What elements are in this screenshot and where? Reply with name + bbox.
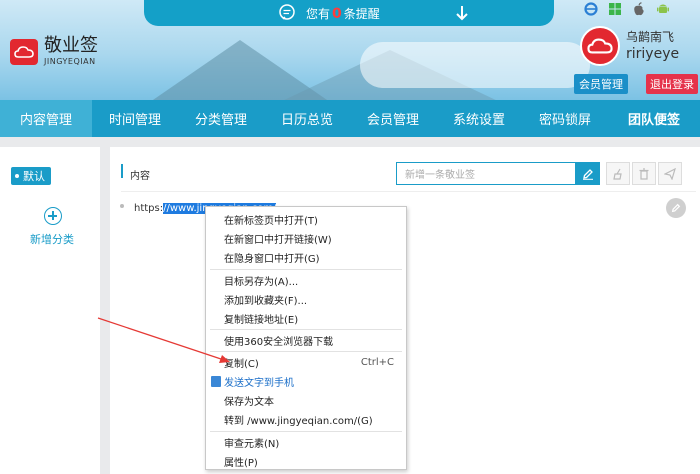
menu-separator (210, 431, 402, 432)
nav-item-lock[interactable]: 密码锁屏 (522, 100, 608, 137)
notification-suffix: 条提醒 (343, 7, 380, 21)
menu-item-open-new-tab[interactable]: 在新标签页中打开(T) (206, 210, 406, 228)
menu-item-save-as-text[interactable]: 保存为文本 (206, 391, 406, 409)
send-button[interactable] (658, 162, 682, 185)
menu-item-inspect[interactable]: 审查元素(N) (206, 433, 406, 451)
menu-separator (210, 351, 402, 352)
content-title: 内容 (130, 171, 150, 182)
cloud-logo-icon (10, 38, 38, 65)
edit-note-button[interactable] (666, 198, 686, 218)
list-bullet (120, 204, 124, 208)
menu-item-copy-link-address[interactable]: 复制链接地址(E) (206, 309, 406, 327)
windows-icon[interactable] (608, 2, 622, 16)
nav-item-time[interactable]: 时间管理 (92, 100, 178, 137)
header: 您有 0 条提醒 敬业签 JINGYEQIAN 乌鹋南飞 ririyeye 会员管理… (0, 0, 700, 100)
menu-item-open-incognito[interactable]: 在隐身窗口中打开(G) (206, 248, 406, 266)
app-subname: JINGYEQIAN (44, 57, 96, 66)
divider (121, 191, 696, 192)
dot-icon (15, 174, 19, 178)
send-icon (664, 167, 676, 180)
menu-item-properties[interactable]: 属性(P) (206, 452, 406, 470)
cloud-decoration (360, 42, 590, 88)
section-gap (0, 137, 700, 147)
nav-item-category[interactable]: 分类管理 (178, 100, 264, 137)
menu-separator (210, 269, 402, 270)
copy-shortcut: Ctrl+C (360, 356, 394, 368)
context-menu: 在新标签页中打开(T) 在新窗口中打开链接(W) 在隐身窗口中打开(G) 目标另… (205, 206, 407, 470)
pencil-icon (583, 168, 593, 180)
message-icon (279, 4, 295, 20)
phone-icon (211, 375, 221, 387)
menu-item-save-target-as[interactable]: 目标另存为(A)... (206, 271, 406, 289)
apple-icon[interactable] (632, 2, 646, 16)
menu-item-go-to[interactable]: 转到 /www.jingyeqian.com/(G) (206, 410, 406, 428)
clear-button[interactable] (606, 162, 630, 185)
menu-item-send-to-phone[interactable]: 发送文字到手机 (206, 372, 406, 390)
nav-item-calendar[interactable]: 日历总览 (264, 100, 350, 137)
note-text-prefix: https: (134, 203, 164, 214)
category-default-label: 默认 (23, 170, 45, 183)
user-username: ririyeye (626, 46, 680, 62)
nav-item-team[interactable]: 团队便签 (608, 100, 700, 137)
arrow-down-icon[interactable] (454, 4, 470, 22)
edit-button[interactable] (576, 162, 600, 185)
menu-item-copy-label: 复制(C) (224, 358, 259, 370)
menu-separator (210, 329, 402, 330)
platform-icons (584, 2, 670, 16)
nav-item-settings[interactable]: 系统设置 (436, 100, 522, 137)
notification-prefix: 您有 (306, 7, 331, 21)
ie-icon[interactable] (584, 2, 598, 16)
broom-icon (613, 168, 622, 180)
menu-item-send-to-phone-label: 发送文字到手机 (224, 377, 294, 389)
logout-button[interactable]: 退出登录 (646, 74, 698, 94)
menu-item-add-to-favorites[interactable]: 添加到收藏夹(F)... (206, 290, 406, 308)
plus-circle-icon[interactable] (44, 207, 62, 225)
app-logo[interactable]: 敬业签 JINGYEQIAN (10, 37, 98, 66)
android-icon[interactable] (656, 2, 670, 16)
notification-bar[interactable]: 您有 0 条提醒 (144, 0, 554, 26)
nav-item-member[interactable]: 会员管理 (350, 100, 436, 137)
notification-text: 您有 0 条提醒 (306, 5, 380, 22)
member-management-button[interactable]: 会员管理 (574, 74, 628, 94)
category-default[interactable]: 默认 (11, 167, 51, 185)
notification-count: 0 (332, 6, 342, 22)
menu-item-open-new-window[interactable]: 在新窗口中打开链接(W) (206, 229, 406, 247)
avatar[interactable] (580, 26, 620, 66)
nav-item-content[interactable]: 内容管理 (0, 100, 92, 137)
menu-item-copy[interactable]: 复制(C) Ctrl+C (206, 353, 406, 371)
delete-button[interactable] (632, 162, 656, 185)
app-name: 敬业签 (44, 35, 98, 56)
add-category-link[interactable]: 新增分类 (30, 231, 74, 247)
new-note-input[interactable]: 新增一条敬业签 (396, 162, 576, 185)
sidebar: 默认 新增分类 (0, 147, 110, 474)
trash-icon (639, 167, 649, 180)
menu-item-download-360[interactable]: 使用360安全浏览器下载 (206, 331, 406, 349)
title-accent-bar (121, 164, 123, 178)
main-nav: 内容管理 时间管理 分类管理 日历总览 会员管理 系统设置 密码锁屏 团队便签 (0, 100, 700, 137)
pencil-icon (671, 203, 681, 213)
user-nickname: 乌鹋南飞 (626, 30, 675, 44)
